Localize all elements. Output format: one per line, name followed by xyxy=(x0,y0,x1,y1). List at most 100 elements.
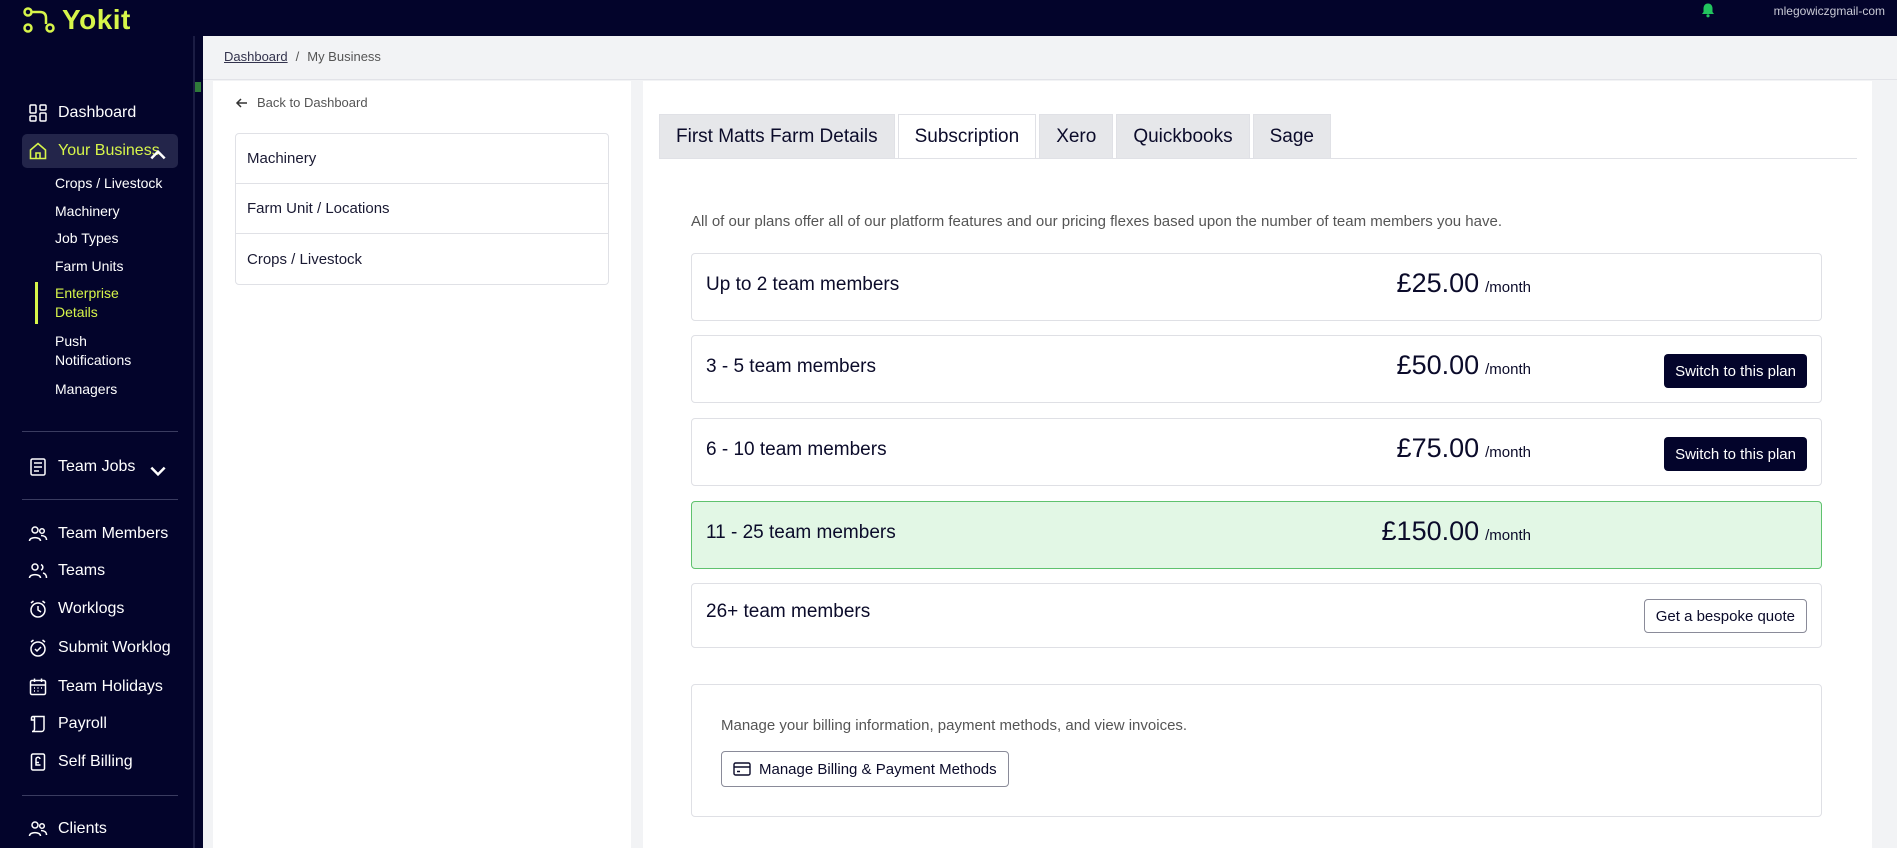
sub-item-enterprise-details[interactable]: Enterprise Details xyxy=(55,284,135,322)
plan-name: 6 - 10 team members xyxy=(706,439,887,460)
switch-plan-button[interactable]: Switch to this plan xyxy=(1664,354,1807,388)
nav-team-members-label: Team Members xyxy=(58,525,169,542)
sub-item-push-notifications[interactable]: Push Notifications xyxy=(55,332,155,370)
logo[interactable]: Yokit xyxy=(22,5,131,35)
top-bar: Yokit mlegowiczgmail-com xyxy=(0,0,1897,36)
subscription-panel: First Matts Farm Details Subscription Xe… xyxy=(643,81,1872,848)
plan-card: 3 - 5 team members £50.00 /month Switch … xyxy=(691,335,1822,403)
sidebar-scrollbar[interactable] xyxy=(193,36,203,848)
plan-amount: £150.00 xyxy=(1381,516,1480,546)
nav-self-billing[interactable]: Self Billing xyxy=(22,745,178,779)
menu-item-machinery[interactable]: Machinery xyxy=(236,134,608,184)
plan-name: 3 - 5 team members xyxy=(706,356,876,377)
clipboard-icon xyxy=(30,458,46,476)
sub-item-machinery[interactable]: Machinery xyxy=(55,202,175,221)
logo-icon xyxy=(23,7,55,33)
clients-icon xyxy=(28,821,48,837)
manage-billing-label: Manage Billing & Payment Methods xyxy=(759,760,997,778)
bell-icon[interactable] xyxy=(1700,2,1716,18)
logo-text: Yokit xyxy=(62,4,131,35)
nav-worklogs[interactable]: Worklogs xyxy=(22,592,178,626)
tab-sage[interactable]: Sage xyxy=(1252,114,1331,158)
credit-card-icon xyxy=(733,762,751,776)
plan-amount: £75.00 xyxy=(1396,433,1480,463)
clock-icon xyxy=(30,600,46,618)
scrollbar-thumb[interactable] xyxy=(195,82,201,92)
plan-price: £75.00 /month xyxy=(1397,433,1531,464)
plan-card: 6 - 10 team members £75.00 /month Switch… xyxy=(691,418,1822,486)
chevron-up-icon xyxy=(150,149,166,160)
nav-team-holidays-label: Team Holidays xyxy=(58,678,163,695)
user-email[interactable]: mlegowiczgmail-com xyxy=(1774,4,1885,18)
nav-team-jobs-label: Team Jobs xyxy=(58,458,136,475)
nav-teams[interactable]: Teams xyxy=(22,554,178,588)
switch-plan-button[interactable]: Switch to this plan xyxy=(1664,437,1807,471)
plan-card: 26+ team members Get a bespoke quote xyxy=(691,583,1822,648)
tab-quickbooks[interactable]: Quickbooks xyxy=(1116,114,1250,158)
sub-item-managers[interactable]: Managers xyxy=(55,380,175,399)
nav-your-business[interactable]: Your Business xyxy=(22,134,178,168)
business-menu-panel: Back to Dashboard Machinery Farm Unit / … xyxy=(213,81,631,848)
plan-name: 26+ team members xyxy=(706,601,871,622)
nav-submit-worklog-label: Submit Worklog xyxy=(58,639,171,656)
chevron-down-icon xyxy=(150,466,166,477)
arrow-left-icon xyxy=(235,97,247,108)
users-icon xyxy=(28,526,48,542)
tab-subscription[interactable]: Subscription xyxy=(897,114,1037,158)
nav-team-members[interactable]: Team Members xyxy=(22,517,178,551)
nav-worklogs-label: Worklogs xyxy=(58,600,125,617)
billing-section: Manage your billing information, payment… xyxy=(691,684,1822,817)
nav-clients[interactable]: Clients xyxy=(22,812,178,846)
active-indicator xyxy=(35,282,38,324)
plans-intro-text: All of our plans offer all of our platfo… xyxy=(691,213,1503,230)
plan-period: /month xyxy=(1485,527,1531,544)
sidebar-divider xyxy=(22,795,178,796)
nav-payroll-label: Payroll xyxy=(58,715,107,732)
tab-xero[interactable]: Xero xyxy=(1039,114,1114,158)
plan-price: £50.00 /month xyxy=(1397,350,1531,381)
tabs-divider xyxy=(659,158,1857,159)
dashboard-icon xyxy=(29,104,47,122)
scroll-icon xyxy=(30,715,45,733)
business-menu-list: Machinery Farm Unit / Locations Crops / … xyxy=(235,133,609,285)
plan-price: £150.00 /month xyxy=(1382,516,1531,547)
sub-item-job-types[interactable]: Job Types xyxy=(55,229,175,248)
home-icon xyxy=(29,142,47,160)
plan-period: /month xyxy=(1485,361,1531,378)
team-icon xyxy=(28,563,48,579)
current-plan-card: 11 - 25 team members £150.00 /month xyxy=(691,501,1822,569)
alarm-check-icon xyxy=(30,639,46,657)
nav-submit-worklog[interactable]: Submit Worklog xyxy=(22,631,178,665)
plan-amount: £50.00 xyxy=(1396,350,1480,380)
plan-card: Up to 2 team members £25.00 /month xyxy=(691,253,1822,321)
plan-name: Up to 2 team members xyxy=(706,274,900,295)
breadcrumb-current: My Business xyxy=(307,49,381,64)
sub-item-farm-units[interactable]: Farm Units xyxy=(55,257,175,276)
manage-billing-button[interactable]: Manage Billing & Payment Methods xyxy=(721,751,1009,787)
nav-team-holidays[interactable]: Team Holidays xyxy=(22,670,178,704)
sub-item-crops-livestock[interactable]: Crops / Livestock xyxy=(55,174,175,193)
bespoke-quote-button[interactable]: Get a bespoke quote xyxy=(1643,599,1807,633)
billing-description: Manage your billing information, payment… xyxy=(721,717,1188,734)
nav-self-billing-label: Self Billing xyxy=(58,753,133,770)
plan-period: /month xyxy=(1485,279,1531,296)
tab-bar: First Matts Farm Details Subscription Xe… xyxy=(659,114,1331,158)
plan-name: 11 - 25 team members xyxy=(706,522,896,543)
sidebar-divider xyxy=(22,431,178,432)
nav-team-jobs[interactable]: Team Jobs xyxy=(22,450,178,484)
back-to-dashboard-link[interactable]: Back to Dashboard xyxy=(235,95,368,110)
nav-dashboard[interactable]: Dashboard xyxy=(22,96,178,130)
sidebar-divider xyxy=(22,499,178,500)
breadcrumb-separator: / xyxy=(295,49,300,64)
nav-dashboard-label: Dashboard xyxy=(58,104,137,121)
breadcrumb-dashboard-link[interactable]: Dashboard xyxy=(224,49,288,64)
plan-period: /month xyxy=(1485,444,1531,461)
nav-payroll[interactable]: Payroll xyxy=(22,707,178,741)
plan-amount: £25.00 xyxy=(1396,268,1480,298)
menu-item-crops-livestock[interactable]: Crops / Livestock xyxy=(236,234,608,284)
menu-item-farm-unit-locations[interactable]: Farm Unit / Locations xyxy=(236,184,608,234)
nav-clients-label: Clients xyxy=(58,820,107,837)
tab-farm-details[interactable]: First Matts Farm Details xyxy=(659,114,895,158)
nav-teams-label: Teams xyxy=(58,562,106,579)
pound-receipt-icon xyxy=(30,753,46,771)
